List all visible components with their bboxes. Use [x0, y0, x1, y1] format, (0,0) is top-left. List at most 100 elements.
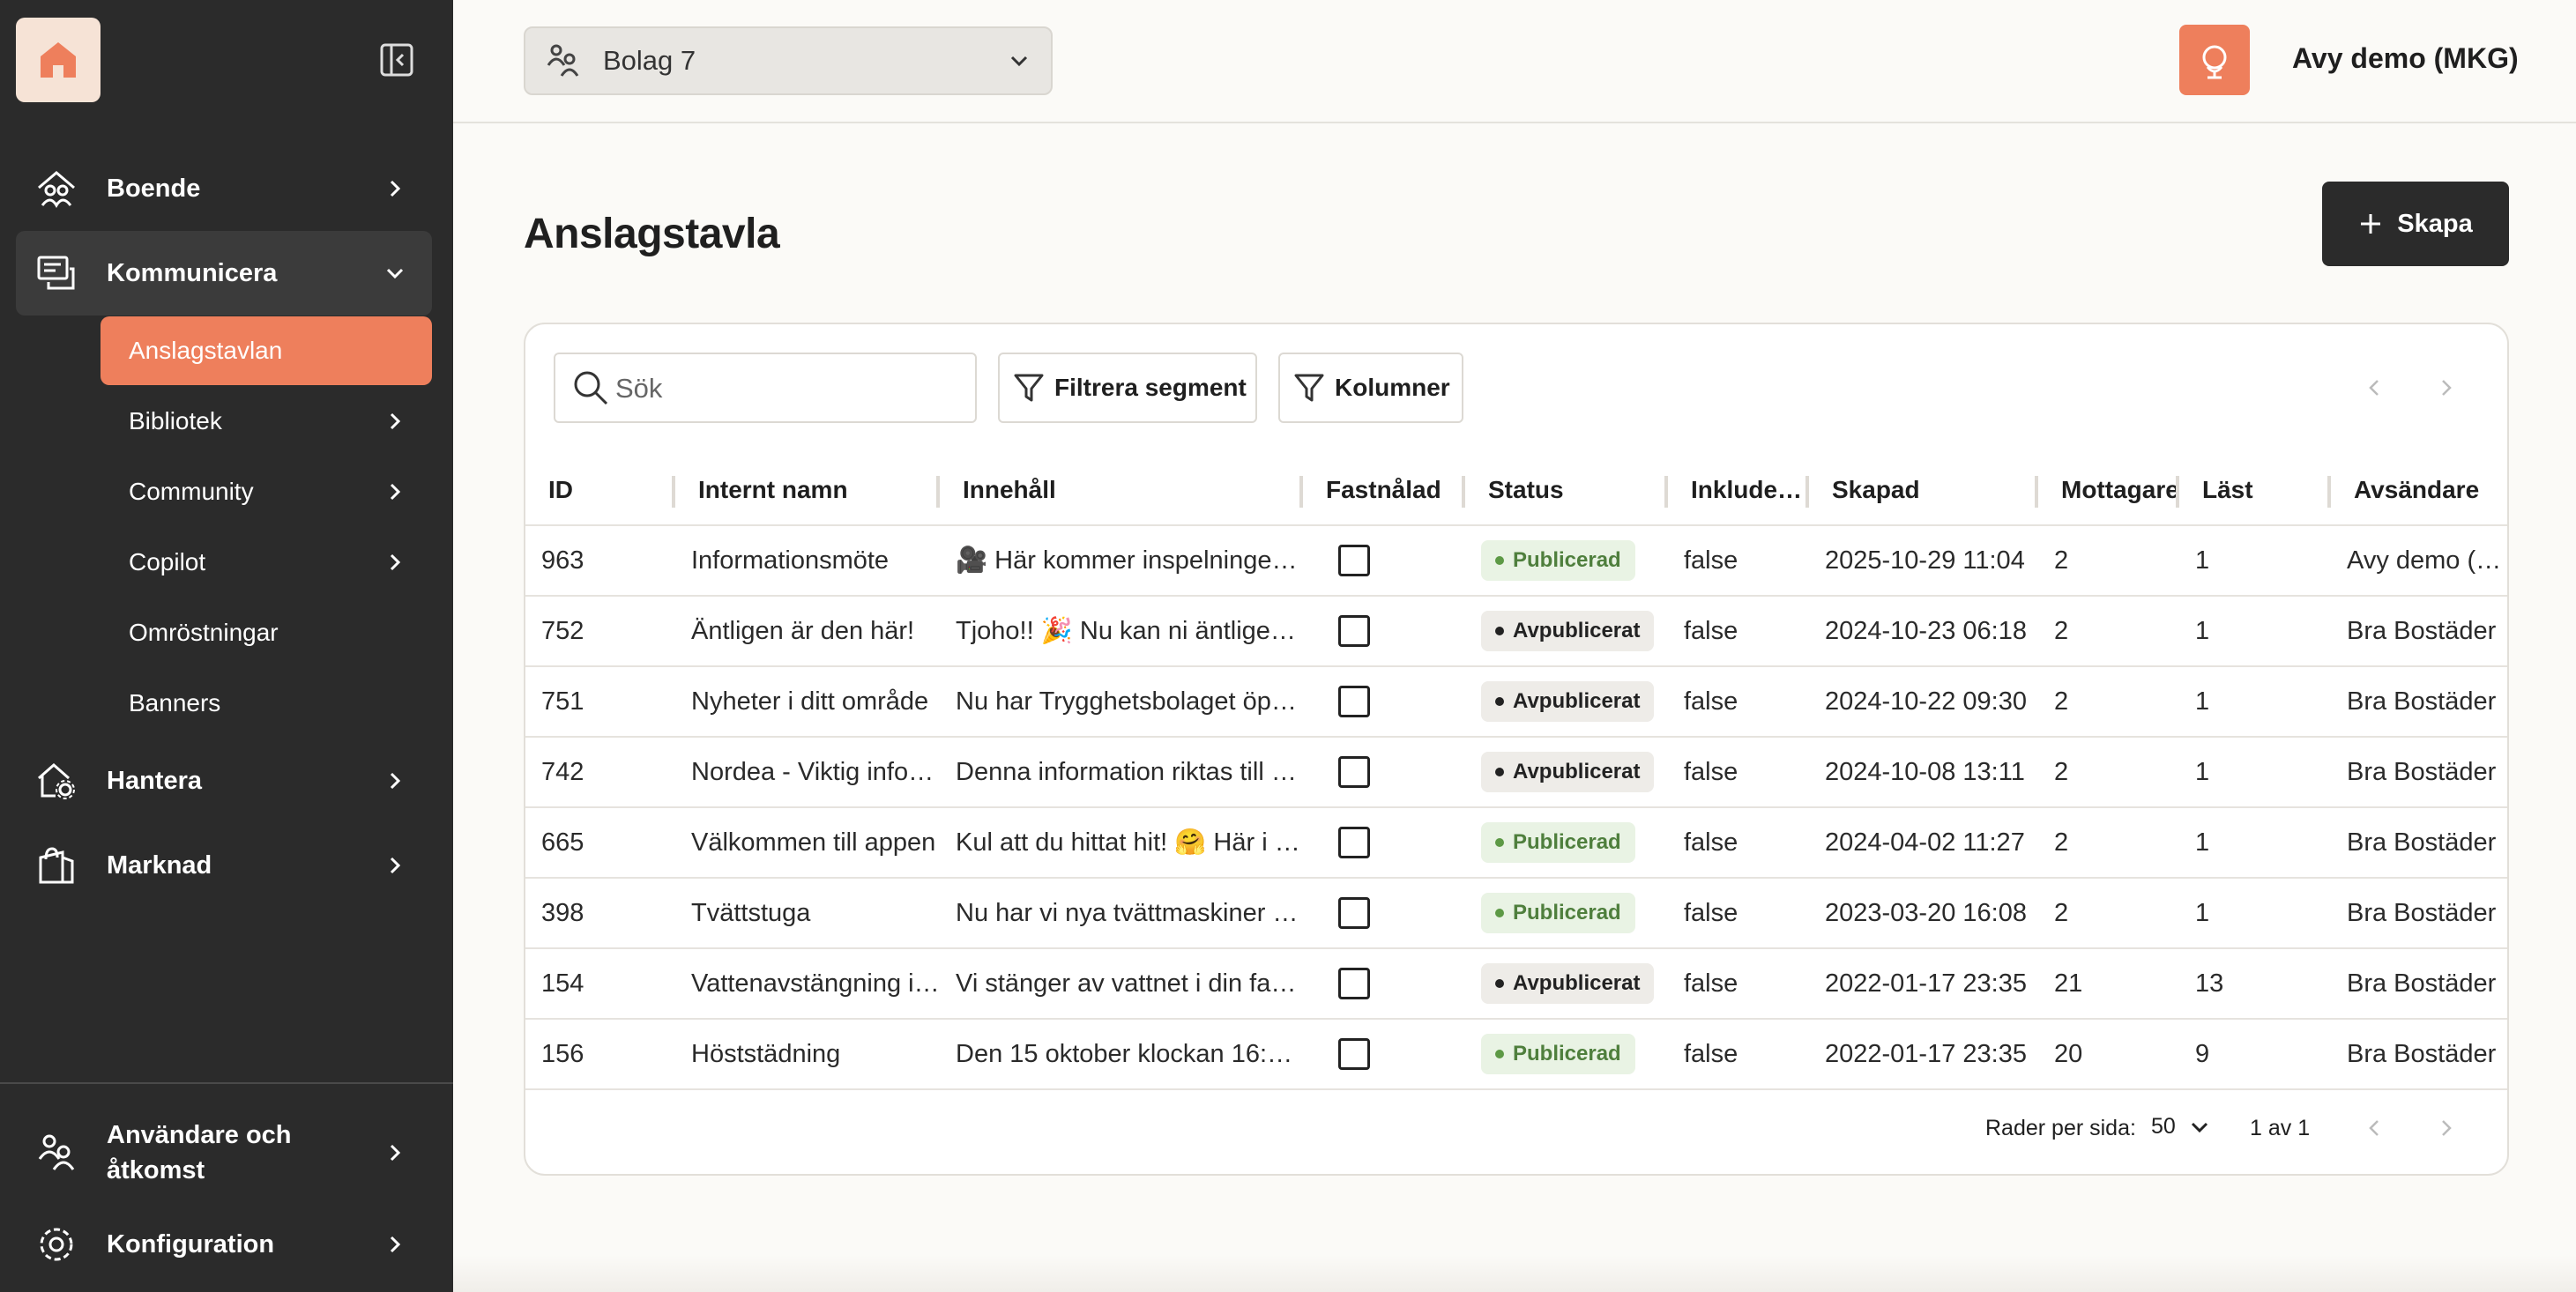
cell-included: false — [1668, 878, 1809, 949]
cell-pinned — [1303, 948, 1465, 1020]
pinned-checkbox[interactable] — [1338, 545, 1370, 576]
columns-button[interactable]: Kolumner — [1278, 353, 1463, 423]
sidebar-subitem-community[interactable]: Community — [101, 457, 432, 526]
cell-status: Publicerad — [1465, 878, 1668, 949]
cell-pinned — [1303, 807, 1465, 879]
status-dot — [1495, 697, 1504, 706]
cell-name: Äntligen är den här! — [675, 596, 940, 667]
cell-recipients: 2 — [2038, 737, 2179, 808]
cell-id: 742 — [525, 737, 675, 808]
sidebar-item-kommunicera[interactable]: Kommunicera — [16, 231, 432, 316]
column-header[interactable]: Läst — [2179, 455, 2331, 526]
cell-included: false — [1668, 737, 1809, 808]
column-header[interactable]: Inkluderad — [1668, 455, 1809, 526]
cell-content: Den 15 oktober klockan 16:00 är det — [940, 1019, 1303, 1090]
cell-sender: Bra Bostäder — [2331, 878, 2507, 949]
column-header[interactable]: Avsändare — [2331, 455, 2507, 526]
pinned-checkbox[interactable] — [1338, 686, 1370, 717]
shopping-bag-icon — [35, 844, 78, 887]
table-row[interactable]: 398 Tvättstuga Nu har vi nya tvättmaskiner… — [525, 878, 2507, 949]
cell-content: 🎥 Här kommer inspelningen av information… — [940, 525, 1303, 597]
cell-read: 1 — [2179, 878, 2331, 949]
sidebar-subitem-anslagstavlan[interactable]: Anslagstavlan — [101, 316, 432, 385]
cell-sender: Bra Bostäder — [2331, 948, 2507, 1020]
cell-id: 665 — [525, 807, 675, 879]
table-row[interactable]: 751 Nyheter i ditt område Nu har Trygghets… — [525, 666, 2507, 738]
table-row[interactable]: 665 Välkommen till appen Kul att du hittat… — [525, 807, 2507, 879]
table-row[interactable]: 963 Informationsmöte 🎥 Här kommer inspelni… — [525, 525, 2507, 597]
cell-recipients: 21 — [2038, 948, 2179, 1020]
pinned-checkbox[interactable] — [1338, 615, 1370, 647]
cell-created: 2022-01-17 23:35 — [1809, 1019, 2038, 1090]
filter-segment-button[interactable]: Filtrera segment — [998, 353, 1257, 423]
table-row[interactable]: 742Nordea - Viktig info om lånDenna info… — [525, 737, 2507, 808]
prev-page-button[interactable] — [2357, 1110, 2393, 1146]
sidebar-subitem-banners[interactable]: Banners — [101, 669, 432, 738]
status-dot — [1495, 838, 1504, 847]
sidebar-item-hantera[interactable]: Hantera — [16, 739, 432, 823]
table-row[interactable]: 154Vattenavstängning i fastighetenVi stä… — [525, 948, 2507, 1020]
cell-status: Publicerad — [1465, 1019, 1668, 1090]
cell-content: Nu har Trygghetsbolaget öppnat — [940, 666, 1303, 738]
sidebar-subitem-bibliotek[interactable]: Bibliotek — [101, 387, 432, 456]
collapse-sidebar-button[interactable] — [374, 41, 420, 79]
sidebar-item-marknad[interactable]: Marknad — [16, 823, 432, 908]
cell-pinned — [1303, 878, 1465, 949]
pinned-checkbox[interactable] — [1338, 1038, 1370, 1070]
column-header[interactable]: Internt namn — [675, 455, 940, 526]
status-dot — [1495, 1050, 1504, 1058]
company-icon — [547, 44, 579, 77]
sidebar-item-anvandare[interactable]: Användare och åtkomst — [16, 1110, 432, 1195]
user-name[interactable]: Avy demo (MKG) — [2292, 42, 2519, 75]
pinned-checkbox[interactable] — [1338, 897, 1370, 929]
cell-status: Avpublicerat — [1465, 948, 1668, 1020]
columns-label: Kolumner — [1335, 374, 1450, 401]
next-page-top-button[interactable] — [2428, 370, 2463, 405]
column-header[interactable]: ID — [525, 455, 675, 526]
status-badge: Avpublicerat — [1481, 752, 1655, 792]
status-dot — [1495, 768, 1504, 776]
cell-sender: Bra Bostäder — [2331, 1019, 2507, 1090]
pinned-checkbox[interactable] — [1338, 827, 1370, 858]
home-logo[interactable] — [16, 18, 101, 102]
column-header[interactable]: Skapad — [1809, 455, 2038, 526]
search-input[interactable] — [615, 368, 959, 409]
sidebar-item-konfiguration[interactable]: Konfiguration — [16, 1202, 432, 1287]
table-card: Filtrera segment Kolumner ID Internt nam… — [524, 323, 2509, 1176]
column-header[interactable]: Mottagare — [2038, 455, 2179, 526]
sidebar-subitem-copilot[interactable]: Copilot — [101, 528, 432, 597]
pinned-checkbox[interactable] — [1338, 968, 1370, 999]
cell-sender: Bra Bostäder — [2331, 737, 2507, 808]
cell-pinned — [1303, 666, 1465, 738]
cell-created: 2024-10-23 06:18 — [1809, 596, 2038, 667]
user-avatar[interactable] — [2179, 25, 2250, 95]
chevron-right-icon — [383, 1140, 407, 1165]
column-header[interactable]: Status — [1465, 455, 1668, 526]
column-header[interactable]: Innehåll — [940, 455, 1303, 526]
cell-included: false — [1668, 525, 1809, 597]
chevron-down-icon — [2191, 1122, 2207, 1132]
table-row[interactable]: 156 Höststädning Den 15 oktober klockan 16… — [525, 1019, 2507, 1090]
search-icon — [574, 371, 608, 405]
rows-per-page-select[interactable]: 50 — [2151, 1114, 2211, 1140]
cell-id: 398 — [525, 878, 675, 949]
sidebar-subitem-omrostningar[interactable]: Omröstningar — [101, 598, 432, 667]
prev-page-top-button[interactable] — [2357, 370, 2393, 405]
sidebar-item-label: Boende — [107, 174, 201, 203]
chevron-right-icon — [2442, 1120, 2452, 1136]
chevron-left-icon — [2369, 380, 2379, 396]
cell-content: Vi stänger av vattnet i din fastighet — [940, 948, 1303, 1020]
chevron-right-icon — [383, 1232, 407, 1257]
status-badge: Publicerad — [1481, 1034, 1635, 1074]
cell-status: Publicerad — [1465, 807, 1668, 879]
search-field[interactable] — [554, 353, 977, 423]
status-badge: Avpublicerat — [1481, 681, 1655, 722]
pinned-checkbox[interactable] — [1338, 756, 1370, 788]
cell-pinned — [1303, 737, 1465, 808]
table-row[interactable]: 752 Äntligen är den här! Tjoho!! 🎉 Nu kan … — [525, 596, 2507, 667]
create-button[interactable]: Skapa — [2322, 182, 2509, 266]
next-page-button[interactable] — [2428, 1110, 2463, 1146]
company-select[interactable]: Bolag 7 — [524, 26, 1053, 95]
sidebar-item-boende[interactable]: Boende — [16, 146, 432, 231]
column-header[interactable]: Fastnålad — [1303, 455, 1465, 526]
